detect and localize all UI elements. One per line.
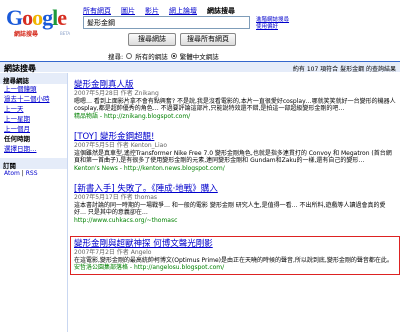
feeds-title: 訂閱: [0, 158, 67, 170]
result-url[interactable]: 安哲洛公園集部落格 - http://angelosu.blogspot.com…: [74, 264, 396, 272]
nav-groups[interactable]: 網上論壇: [169, 6, 197, 16]
result-snippet: 嗯嗯… 看到上面影片拿不會有點興奮? 不是說,我是沒看電影的,本片一直很愛好co…: [74, 97, 396, 113]
scope-chinese-label: 繁體中文網誌: [179, 53, 219, 61]
results-stats: 約有 107 項符合 髮形金鋼 的查詢結果: [292, 66, 396, 73]
results-header-bar: 網誌搜尋 約有 107 項符合 髮形金鋼 的查詢結果: [0, 61, 400, 73]
google-logo[interactable]: Google 網誌搜尋 BETA: [6, 5, 71, 41]
radio-all-blogs[interactable]: [126, 53, 133, 59]
nav-blog-search: 網誌搜尋: [207, 7, 235, 15]
search-side-links: 進階網誌搜尋 使用偏好: [256, 17, 289, 31]
filter-choose-date[interactable]: 選擇日期…: [0, 144, 67, 154]
result-title-link[interactable]: 變形金剛與超獸神探 何博文聲光剛影: [74, 239, 396, 249]
logo-sub-label: 網誌搜尋: [14, 31, 39, 38]
result-meta: 2007年5月17日 作者 thomas: [74, 194, 158, 201]
nav-web[interactable]: 所有網頁: [83, 6, 111, 16]
preferences-link[interactable]: 使用偏好: [256, 24, 289, 31]
result-title-link[interactable]: 變形金剛真人版: [74, 80, 396, 90]
result-url[interactable]: http://www.cuhkacs.org/~thomasc: [74, 217, 396, 225]
atom-link[interactable]: Atom: [4, 170, 20, 177]
result-meta: 2007年5月5日 作者 Kenton_Liao: [74, 142, 168, 149]
result-snippet: 這本書討論的同一時期的一場戰爭… 和一般的電影 變形金剛 研究人生,是值得一看……: [74, 201, 386, 217]
nav-images[interactable]: 圖片: [121, 6, 135, 16]
result-url[interactable]: Kenton's News - http://kenton.news.blogs…: [74, 165, 396, 173]
result-title-link[interactable]: [新書入手] 失敗了。《陣成‧地戰》購入: [74, 184, 396, 194]
top-navigation: 所有網頁 圖片 影片 網上論壇 網誌搜尋: [83, 6, 235, 16]
nav-video[interactable]: 影片: [145, 6, 159, 16]
filter-last-week[interactable]: 上一星期: [0, 114, 67, 124]
result-snippet: 這個雖然是真車型,遙控Transformer Nike Free 7.0 變形金…: [74, 149, 392, 165]
sidebar-title: 搜尋網誌: [0, 73, 67, 85]
date-filter-sidebar: 搜尋網誌 上一個鐘頭 過去十二個小時 上一天 上一星期 上一個月 任何時期 選擇…: [0, 73, 68, 332]
logo-wordmark: Google: [6, 5, 67, 30]
search-result: 變形金剛真人版 2007年5月28日 作者 Znikang 嗯嗯… 看到上面影片…: [74, 80, 396, 120]
filter-last-hour[interactable]: 上一個鐘頭: [0, 84, 67, 94]
search-input[interactable]: 髮形金鋼: [83, 16, 250, 29]
filter-last-month[interactable]: 上一個月: [0, 124, 67, 134]
scope-all-label: 所有的網誌: [135, 53, 168, 61]
result-meta: 2007年5月28日 作者 Znikang: [74, 90, 159, 97]
scope-label: 搜尋:: [108, 53, 124, 61]
result-url[interactable]: 精品物語 - http://znikang.blogspot.com/: [74, 113, 396, 121]
search-result: [新書入手] 失敗了。《陣成‧地戰》購入 2007年5月17日 作者 thoma…: [74, 184, 396, 224]
results-list: 變形金剛真人版 2007年5月28日 作者 Znikang 嗯嗯… 看到上面影片…: [70, 80, 400, 287]
result-title-link[interactable]: [TOY] 變形金鋼超靚!: [74, 132, 396, 142]
result-meta: 2007年7月2日 作者 Angelo: [74, 249, 152, 256]
search-blogs-button[interactable]: 搜尋網誌: [128, 33, 176, 46]
filter-last-12-hours[interactable]: 過去十二個小時: [0, 94, 67, 104]
rss-link[interactable]: RSS: [26, 170, 38, 177]
filter-last-day[interactable]: 上一天: [0, 104, 67, 114]
search-result-highlighted: 變形金剛與超獸神探 何博文聲光剛影 2007年7月2日 作者 Angelo 在這…: [70, 236, 400, 275]
search-result: [TOY] 變形金鋼超靚! 2007年5月5日 作者 Kenton_Liao 這…: [74, 132, 396, 172]
logo-beta-label: BETA: [60, 31, 71, 36]
result-snippet: 在這電影,變形金剛的最高統帥柯博文(Optimus Prime)是由正在天曉的時…: [74, 256, 393, 264]
feed-links: Atom | RSS: [4, 170, 38, 177]
radio-chinese-blogs[interactable]: [170, 53, 177, 59]
advanced-search-link[interactable]: 進階網誌搜尋: [256, 17, 289, 24]
search-scope: 搜尋: 所有的網誌 繁體中文網誌: [108, 51, 219, 61]
search-web-button[interactable]: 搜尋所有網頁: [180, 33, 236, 46]
filter-any-time: 任何時期: [4, 135, 30, 143]
